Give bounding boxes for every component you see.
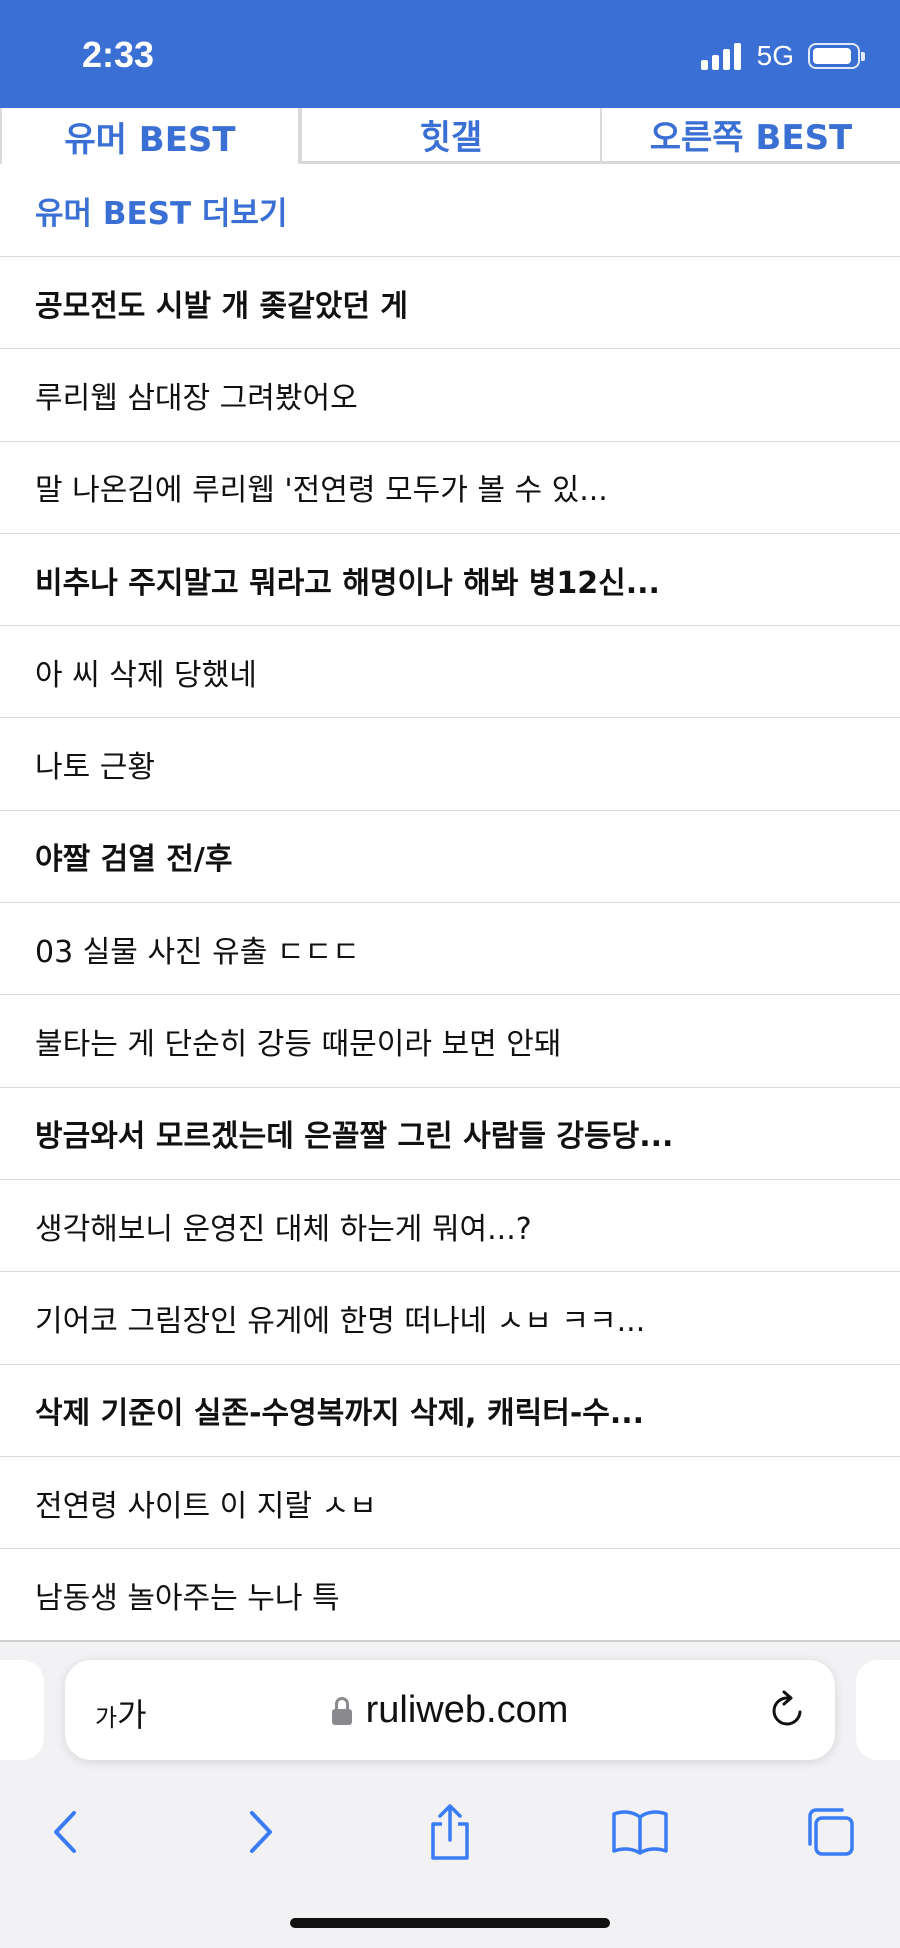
post-title: 남동생 놀아주는 누나 특 — [35, 1580, 340, 1616]
status-indicators: 5G — [700, 40, 865, 72]
list-item[interactable]: 비추나 주지말고 뭐라고 해명이나 해봐 병12신... — [0, 534, 900, 627]
list-item[interactable]: 말 나온김에 루리웹 '전연령 모두가 볼 수 있... — [0, 442, 900, 534]
lock-icon — [331, 1697, 352, 1725]
browser-toolbar — [0, 1792, 900, 1872]
home-indicator[interactable] — [290, 1918, 610, 1928]
list-item[interactable]: 루리웹 삼대장 그려봤어오 — [0, 349, 900, 442]
tab-hit-gallery[interactable]: 힛갤 — [300, 108, 602, 164]
post-title: 나토 근황 — [35, 750, 155, 786]
tabs-icon[interactable] — [790, 1792, 870, 1872]
more-link[interactable]: 유머 BEST 더보기 — [35, 188, 287, 233]
post-title: 방금와서 모르겠는데 은꼴짤 그린 사람들 강등당... — [35, 1119, 674, 1155]
post-title: 아 씨 삭제 당했네 — [35, 657, 257, 693]
list-item[interactable]: 기어코 그림장인 유게에 한명 떠나네 ㅅㅂ ㅋㅋ... — [0, 1272, 900, 1365]
back-icon[interactable] — [26, 1792, 106, 1872]
post-title: 비추나 주지말고 뭐라고 해명이나 해봐 병12신... — [35, 565, 660, 601]
list-item[interactable]: 생각해보니 운영진 대체 하는게 뭐여...? — [0, 1180, 900, 1273]
url-text: ruliweb.com — [365, 1688, 569, 1731]
list-item[interactable]: 전연령 사이트 이 지랄 ㅅㅂ — [0, 1457, 900, 1550]
list-item[interactable]: 03 실물 사진 유출 ㄷㄷㄷ — [0, 903, 900, 996]
post-list: 공모전도 시발 개 좆같았던 게루리웹 삼대장 그려봤어오말 나온김에 루리웹 … — [0, 257, 900, 1642]
forward-icon[interactable] — [220, 1792, 300, 1872]
post-title: 야짤 검열 전/후 — [35, 842, 233, 878]
share-icon[interactable] — [410, 1792, 490, 1872]
network-type: 5G — [756, 40, 794, 71]
post-title: 공모전도 시발 개 좆같았던 게 — [35, 288, 408, 324]
battery-icon — [808, 43, 865, 69]
previous-tab-card[interactable] — [0, 1660, 44, 1760]
status-bar: 2:33 5G — [0, 0, 900, 108]
post-title: 루리웹 삼대장 그려봤어오 — [35, 380, 358, 416]
post-title: 생각해보니 운영진 대체 하는게 뭐여...? — [35, 1211, 532, 1247]
status-time: 2:33 — [82, 34, 155, 75]
address-bar[interactable]: 가가 ruliweb.com — [65, 1660, 835, 1760]
post-title: 03 실물 사진 유출 ㄷㄷㄷ — [35, 934, 360, 970]
post-title: 전연령 사이트 이 지랄 ㅅㅂ — [35, 1488, 377, 1524]
more-link-row: 유머 BEST 더보기 — [0, 164, 900, 257]
post-title: 삭제 기준이 실존-수영복까지 삭제, 캐릭터-수... — [35, 1396, 645, 1432]
list-item[interactable]: 공모전도 시발 개 좆같았던 게 — [0, 257, 900, 350]
url-display[interactable]: ruliweb.com — [65, 1660, 835, 1760]
browser-bottom-bar: 가가 ruliweb.com — [0, 1642, 900, 1948]
bookmarks-icon[interactable] — [600, 1792, 680, 1872]
post-title: 기어코 그림장인 유게에 한명 떠나네 ㅅㅂ ㅋㅋ... — [35, 1303, 646, 1339]
list-item[interactable]: 삭제 기준이 실존-수영복까지 삭제, 캐릭터-수... — [0, 1365, 900, 1457]
signal-icon — [700, 42, 745, 70]
post-title: 말 나온김에 루리웹 '전연령 모두가 볼 수 있... — [35, 473, 608, 509]
next-tab-card[interactable] — [856, 1660, 900, 1760]
tab-right-best[interactable]: 오른쪽 BEST — [600, 108, 900, 164]
board-tabs: 유머 BEST 힛갤 오른쪽 BEST — [0, 108, 900, 164]
list-item[interactable]: 나토 근황 — [0, 718, 900, 811]
tab-humor-best[interactable]: 유머 BEST — [0, 108, 300, 164]
list-item[interactable]: 불타는 게 단순히 강등 때문이라 보면 안돼 — [0, 995, 900, 1088]
reload-icon[interactable] — [769, 1690, 807, 1734]
list-item[interactable]: 방금와서 모르겠는데 은꼴짤 그린 사람들 강등당... — [0, 1088, 900, 1180]
post-title: 불타는 게 단순히 강등 때문이라 보면 안돼 — [35, 1027, 562, 1063]
list-item[interactable]: 남동생 놀아주는 누나 특 — [0, 1549, 900, 1642]
list-item[interactable]: 아 씨 삭제 당했네 — [0, 626, 900, 719]
list-item[interactable]: 야짤 검열 전/후 — [0, 811, 900, 904]
